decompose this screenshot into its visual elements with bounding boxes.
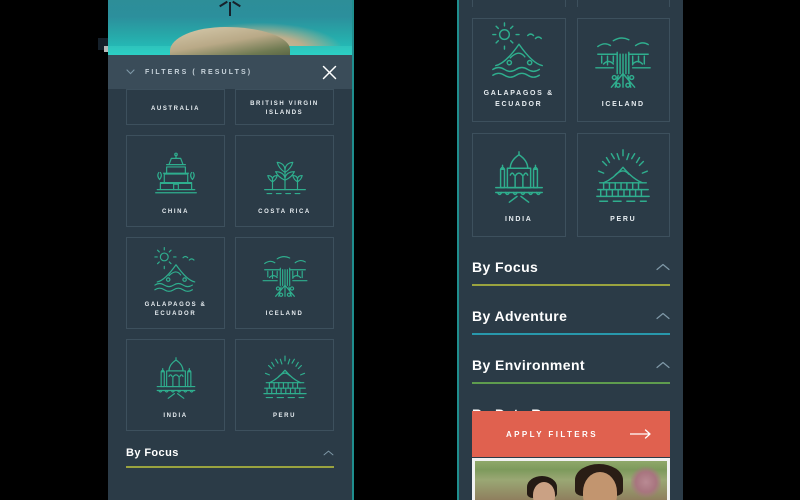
- chevron-down-icon[interactable]: [126, 69, 135, 75]
- destination-tile[interactable]: GALAPAGOS & ECUADOR: [472, 18, 566, 122]
- destination-tile-label: GALAPAGOS & ECUADOR: [483, 90, 554, 109]
- hero-rock: [170, 27, 290, 55]
- child-b-face: [582, 472, 617, 500]
- filter-sections-large: By FocusBy AdventureBy EnvironmentBy Dat…: [472, 259, 670, 433]
- filter-section[interactable]: By Environment: [472, 357, 670, 384]
- destination-tile-label: ICELAND: [265, 311, 304, 317]
- waterfall-icon: [240, 246, 329, 305]
- filters-header-bar[interactable]: FILTERS ( RESULTS): [108, 55, 352, 89]
- chevron-up-icon[interactable]: [656, 361, 670, 369]
- destination-tile-grid: AUSTRALIA BRITISH VIRGIN ISLANDS CHINA COST…: [126, 89, 334, 431]
- hero-image: [108, 0, 352, 55]
- island-sun-icon: [477, 21, 561, 83]
- destination-tile[interactable]: CHINA: [126, 135, 225, 227]
- filter-section-rule: [472, 382, 670, 384]
- tile-cropped[interactable]: [576, 0, 670, 7]
- screen: FILTERS ( RESULTS) AUSTRALIA BRITISH VIRG…: [0, 0, 800, 500]
- destination-tile[interactable]: BRITISH VIRGIN ISLANDS: [235, 89, 334, 125]
- destination-tile-label: PERU: [610, 216, 637, 224]
- filter-sections-small: By Focus: [126, 447, 334, 468]
- destination-tile[interactable]: GALAPAGOS & ECUADOR: [126, 237, 225, 329]
- filter-section-title: By Environment: [472, 357, 585, 373]
- destination-tile-label: ICELAND: [601, 101, 645, 109]
- destination-tile-label: CHINA: [162, 209, 189, 215]
- chevron-up-icon[interactable]: [323, 450, 334, 456]
- destination-tile-label: GALAPAGOS & ECUADOR: [144, 302, 207, 317]
- taj-mahal-icon: [131, 348, 220, 407]
- destination-tile[interactable]: ICELAND: [235, 237, 334, 329]
- destination-tile-label: INDIA: [163, 413, 188, 419]
- hero-person-arm-right: [232, 0, 241, 8]
- chevron-up-icon[interactable]: [656, 312, 670, 320]
- filters-scroll-area[interactable]: AUSTRALIA BRITISH VIRGIN ISLANDS CHINA COST…: [108, 89, 352, 500]
- taj-mahal-icon: [477, 144, 561, 209]
- filter-section-rule: [472, 284, 670, 286]
- destination-tile[interactable]: INDIA: [472, 133, 566, 237]
- terraces-icon: [240, 348, 329, 407]
- island-sun-icon: [131, 246, 220, 296]
- filter-section-title: By Focus: [126, 447, 179, 459]
- filter-section-title: By Focus: [472, 259, 539, 275]
- filter-section-header[interactable]: By Adventure: [472, 308, 670, 333]
- destination-tile[interactable]: ICELAND: [576, 18, 670, 122]
- close-icon[interactable]: [321, 64, 338, 81]
- destination-tile-label: PERU: [272, 413, 297, 419]
- filter-section[interactable]: By Focus: [472, 259, 670, 286]
- filter-section-rule: [126, 466, 334, 468]
- destination-tile-label: COSTA RICA: [258, 209, 311, 215]
- filter-section-header[interactable]: By Environment: [472, 357, 670, 382]
- filters-panel-large: GALAPAGOS & ECUADOR ICELAND INDIA PERU By F…: [457, 0, 683, 500]
- destination-tile-grid: GALAPAGOS & ECUADOR ICELAND INDIA PERU: [472, 18, 670, 237]
- destination-tile[interactable]: INDIA: [126, 339, 225, 431]
- filter-section[interactable]: By Adventure: [472, 308, 670, 335]
- destination-tile-label: BRITISH VIRGIN ISLANDS: [250, 101, 319, 116]
- apply-filters-label: APPLY FILTERS: [506, 429, 598, 439]
- filters-header-label: FILTERS ( RESULTS): [145, 68, 253, 76]
- chevron-up-icon[interactable]: [656, 263, 670, 271]
- destination-tile[interactable]: PERU: [235, 339, 334, 431]
- filter-section[interactable]: By Focus: [126, 447, 334, 468]
- photo-foliage: [631, 465, 661, 499]
- waterfall-icon: [582, 29, 666, 94]
- filters-panel-small: FILTERS ( RESULTS) AUSTRALIA BRITISH VIRG…: [108, 0, 354, 500]
- destination-tile-grid-top-cropped: [472, 0, 670, 7]
- child-a-face: [532, 482, 555, 500]
- filter-section-title: By Adventure: [472, 308, 568, 324]
- photo-children: [472, 458, 670, 500]
- tile-cropped[interactable]: [472, 0, 566, 7]
- destination-tile-label: AUSTRALIA: [150, 105, 201, 112]
- filter-section-header[interactable]: By Focus: [126, 447, 334, 466]
- destination-tile[interactable]: PERU: [576, 133, 670, 237]
- destination-tile-label: INDIA: [504, 216, 533, 224]
- destination-tile[interactable]: AUSTRALIA: [126, 89, 225, 125]
- filter-section-header[interactable]: By Focus: [472, 259, 670, 284]
- filter-section-rule: [472, 333, 670, 335]
- pagoda-icon: [131, 144, 220, 203]
- apply-filters-button[interactable]: APPLY FILTERS: [472, 411, 670, 457]
- arrow-right-icon: [629, 429, 652, 439]
- hero-person-arm-left: [219, 0, 228, 8]
- destination-tile[interactable]: COSTA RICA: [235, 135, 334, 227]
- tree-icon: [240, 144, 329, 203]
- terraces-icon: [582, 144, 666, 209]
- hero-person: [229, 2, 231, 16]
